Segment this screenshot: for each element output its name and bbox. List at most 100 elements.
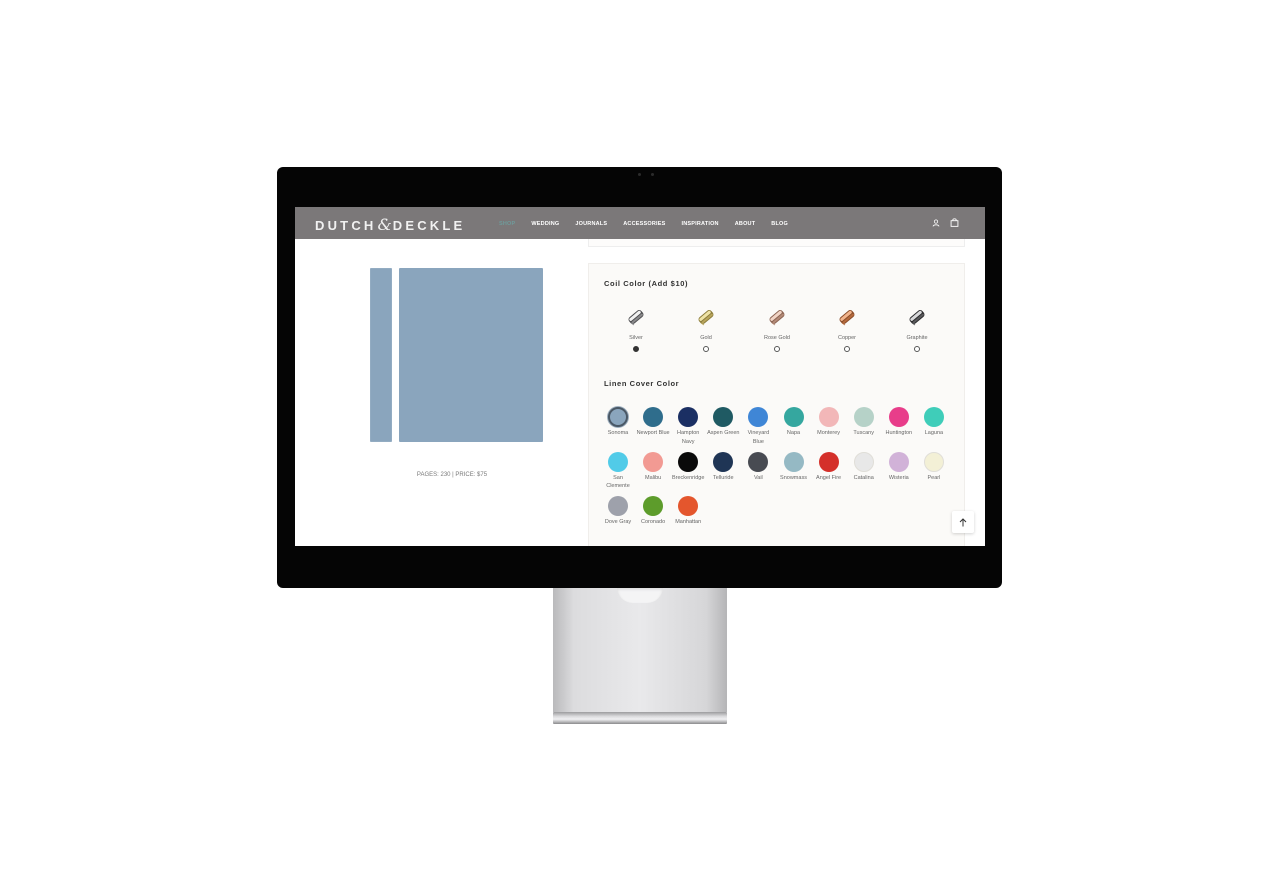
- linen-swatch-laguna[interactable]: Laguna: [917, 407, 951, 438]
- linen-swatch-breckenridge[interactable]: Breckenridge: [671, 451, 705, 483]
- coil-swatch-icon: [698, 310, 714, 326]
- camera-dot: [651, 173, 654, 176]
- linen-swatch-dot[interactable]: [643, 496, 664, 517]
- linen-swatch-vail[interactable]: Vail: [741, 451, 775, 483]
- linen-swatch-dot[interactable]: [818, 407, 839, 427]
- coil-color-title: Coil Color (Add $10): [604, 279, 689, 288]
- linen-swatch-dot[interactable]: [748, 451, 769, 472]
- coil-option-label: Rose Gold: [764, 335, 790, 341]
- scroll-to-top-button[interactable]: [952, 511, 974, 533]
- linen-swatch-label: Dove Gray: [604, 519, 632, 526]
- linen-swatch-angel-fire[interactable]: Angel Fire: [812, 451, 846, 483]
- linen-swatch-newport-blue[interactable]: Newport Blue: [636, 407, 670, 438]
- linen-swatch-catalina[interactable]: Catalina: [847, 451, 881, 483]
- linen-swatch-dot[interactable]: [608, 496, 628, 517]
- linen-swatch-dot[interactable]: [888, 451, 909, 472]
- monitor-bezel: DUTCH&DECKLE SHOP WEDDING JOURNALS ACCESSOR…: [277, 167, 1002, 588]
- linen-swatch-label: Monterey: [817, 430, 841, 436]
- coil-option-radio[interactable]: [914, 346, 920, 352]
- nav-item-about[interactable]: ABOUT: [735, 221, 756, 227]
- linen-swatch-label: Catalina: [853, 474, 874, 481]
- arrow-up-icon: [959, 517, 967, 526]
- site-header: DUTCH&DECKLE SHOP WEDDING JOURNALS ACCESSOR…: [295, 207, 985, 239]
- linen-swatch-dot[interactable]: [678, 451, 699, 472]
- linen-swatch-dot[interactable]: [818, 451, 839, 472]
- main-nav: SHOP WEDDING JOURNALS ACCESSORIES INSPIRATIO…: [499, 221, 804, 227]
- product-info: PAGES: 230 | PRICE: $75: [416, 472, 488, 478]
- user-icon[interactable]: [932, 219, 940, 227]
- linen-swatch-dot[interactable]: [608, 407, 628, 427]
- linen-swatch-dot[interactable]: [713, 407, 734, 427]
- linen-swatch-san-clemente[interactable]: San Clemente: [601, 451, 635, 491]
- linen-swatch-dot[interactable]: [888, 407, 909, 427]
- nav-item-inspiration[interactable]: INSPIRATION: [681, 221, 718, 227]
- linen-swatch-snowmass[interactable]: Snowmass: [777, 451, 811, 483]
- linen-swatch-dot[interactable]: [643, 407, 664, 427]
- coil-option-gold[interactable]: Gold: [686, 306, 726, 352]
- linen-swatch-dot[interactable]: [643, 451, 664, 472]
- linen-swatch-hampton-navy[interactable]: Hampton Navy: [671, 407, 705, 446]
- linen-swatch-dove-gray[interactable]: Dove Gray: [601, 496, 635, 527]
- linen-swatch-dot[interactable]: [783, 407, 804, 427]
- linen-swatch-label: Tuscany: [853, 430, 874, 436]
- linen-swatch-huntington[interactable]: Huntington: [882, 407, 916, 438]
- coil-option-rose-gold[interactable]: Rose Gold: [757, 306, 797, 352]
- linen-swatch-sonoma[interactable]: Sonoma: [601, 407, 635, 438]
- linen-swatch-dot[interactable]: [783, 451, 804, 472]
- linen-swatch-label: Malibu: [644, 474, 662, 481]
- linen-swatch-dot[interactable]: [923, 451, 944, 472]
- coil-option-radio[interactable]: [703, 346, 709, 352]
- linen-swatch-telluride[interactable]: Telluride: [706, 451, 740, 483]
- coil-option-silver[interactable]: Silver: [616, 306, 656, 352]
- linen-swatch-label: Wisteria: [888, 474, 909, 481]
- linen-swatch-label: Vineyard Blue: [747, 430, 770, 445]
- linen-swatch-dot[interactable]: [853, 451, 874, 472]
- journal-spine-preview: [370, 268, 392, 442]
- coil-option-label: Copper: [837, 335, 857, 341]
- nav-item-shop[interactable]: SHOP: [499, 221, 515, 227]
- linen-swatch-dot[interactable]: [748, 407, 769, 427]
- screen: DUTCH&DECKLE SHOP WEDDING JOURNALS ACCESSOR…: [295, 207, 985, 546]
- camera-dot: [638, 173, 641, 176]
- linen-swatch-label: Coronado: [641, 519, 666, 526]
- linen-swatch-malibu[interactable]: Malibu: [636, 451, 670, 483]
- monitor-stand-base: [553, 712, 727, 724]
- coil-option-radio[interactable]: [844, 346, 850, 352]
- linen-swatch-label: Angel Fire: [816, 474, 842, 481]
- linen-swatch-dot[interactable]: [713, 451, 734, 472]
- linen-swatch-napa[interactable]: Napa: [777, 407, 811, 438]
- linen-swatch-label: Manhattan: [675, 519, 702, 526]
- coil-swatch-icon: [769, 310, 785, 326]
- coil-option-radio[interactable]: [633, 346, 639, 352]
- options-panel-top: [588, 239, 965, 247]
- coil-swatch-icon: [839, 310, 855, 326]
- linen-swatch-label: Hampton Navy: [677, 430, 700, 445]
- coil-option-radio[interactable]: [774, 346, 780, 352]
- site-logo[interactable]: DUTCH&DECKLE: [315, 215, 465, 234]
- linen-swatch-tuscany[interactable]: Tuscany: [847, 407, 881, 438]
- linen-swatch-label: Pearl: [927, 474, 941, 481]
- linen-swatch-dot[interactable]: [678, 407, 699, 427]
- monitor-stand-neck: [553, 587, 727, 712]
- nav-item-journals[interactable]: JOURNALS: [575, 221, 607, 227]
- linen-swatch-aspen-green[interactable]: Aspen Green: [706, 407, 740, 438]
- linen-swatch-label: Breckenridge: [671, 474, 705, 481]
- linen-swatch-vineyard-blue[interactable]: Vineyard Blue: [741, 407, 775, 446]
- linen-swatch-pearl[interactable]: Pearl: [917, 451, 951, 483]
- nav-item-accessories[interactable]: ACCESSORIES: [623, 221, 665, 227]
- linen-swatch-coronado[interactable]: Coronado: [636, 496, 670, 527]
- nav-item-wedding[interactable]: WEDDING: [531, 221, 559, 227]
- linen-swatch-wisteria[interactable]: Wisteria: [882, 451, 916, 483]
- shopping-bag-icon[interactable]: [950, 218, 959, 227]
- nav-item-blog[interactable]: BLOG: [771, 221, 788, 227]
- linen-swatch-label: Newport Blue: [636, 430, 670, 436]
- linen-swatch-dot[interactable]: [853, 407, 874, 427]
- linen-swatch-label: Huntington: [885, 430, 913, 436]
- coil-option-copper[interactable]: Copper: [827, 306, 867, 352]
- linen-swatch-dot[interactable]: [923, 407, 944, 427]
- linen-swatch-dot[interactable]: [678, 496, 699, 517]
- coil-option-graphite[interactable]: Graphite: [897, 306, 937, 352]
- linen-swatch-manhattan[interactable]: Manhattan: [671, 496, 705, 527]
- linen-swatch-dot[interactable]: [608, 451, 628, 472]
- linen-swatch-monterey[interactable]: Monterey: [812, 407, 846, 438]
